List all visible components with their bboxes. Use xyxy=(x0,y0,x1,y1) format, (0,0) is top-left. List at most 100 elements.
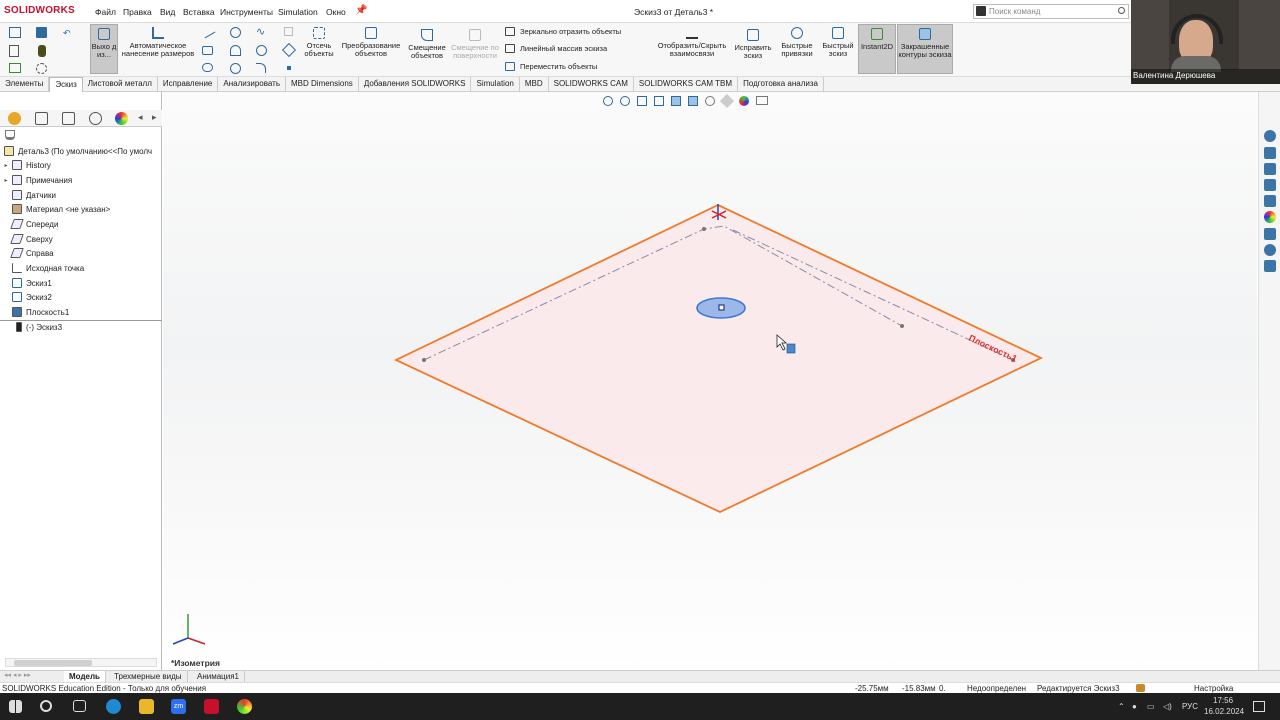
tab-mbd-dimensions[interactable]: MBD Dimensions xyxy=(286,77,359,92)
trim-entities-button[interactable]: Отсечь объекты xyxy=(302,27,336,58)
tree-item-history[interactable]: ▸ History xyxy=(0,158,51,172)
forum-icon[interactable] xyxy=(1264,244,1276,256)
select-icon[interactable] xyxy=(9,63,21,73)
file-explorer-icon[interactable] xyxy=(139,699,154,714)
polygon-icon[interactable] xyxy=(256,45,267,56)
chrome-browser-icon[interactable] xyxy=(237,699,252,714)
chevron-right-icon[interactable]: ▸ xyxy=(152,112,157,123)
notifications-icon[interactable] xyxy=(1253,701,1265,712)
tab-features[interactable]: Элементы xyxy=(0,77,50,92)
point-icon[interactable] xyxy=(287,66,291,70)
instant2d-button[interactable]: Instant2D xyxy=(858,24,896,74)
tree-item-sketch1[interactable]: Эскиз1 xyxy=(0,276,52,290)
tree-root-part[interactable]: Деталь3 (По умолчанию<<По умолч xyxy=(0,144,152,158)
solidworks-resources-icon[interactable] xyxy=(1264,130,1276,142)
chevron-left-icon[interactable]: ◂ xyxy=(138,112,143,123)
tree-item-sensors[interactable]: Датчики xyxy=(0,188,56,202)
spline-icon[interactable]: ∿ xyxy=(256,25,265,38)
volume-icon[interactable]: ◁) xyxy=(1163,702,1172,711)
plane-tool-icon[interactable] xyxy=(281,42,297,58)
tab-sheet-metal[interactable]: Листовой металл xyxy=(83,77,158,92)
tab-simulation[interactable]: Simulation xyxy=(471,77,520,92)
move-entities-button[interactable]: Переместить объекты xyxy=(505,62,597,71)
tree-item-material[interactable]: Материал <не указан> xyxy=(0,202,110,216)
quick-snaps-button[interactable]: Быстрые привязки xyxy=(777,27,817,58)
plane1-surface[interactable] xyxy=(393,204,1044,513)
rapid-sketch-button[interactable]: Быстрый эскиз xyxy=(820,27,856,58)
menu-file[interactable]: Файл xyxy=(95,7,116,17)
offset-entities-button[interactable]: Смещение объектов xyxy=(406,29,448,60)
display-manager-icon[interactable] xyxy=(115,112,128,125)
rectangle-icon[interactable] xyxy=(202,46,213,55)
mirror-entities-button[interactable]: Зеркально отразить объекты xyxy=(505,27,621,36)
repair-sketch-button[interactable]: Исправить эскиз xyxy=(732,29,774,60)
undo-icon[interactable]: ↶ xyxy=(63,28,71,39)
property-manager-icon[interactable] xyxy=(35,112,48,125)
menu-simulation[interactable]: Simulation xyxy=(278,7,318,17)
appearances-icon[interactable] xyxy=(1264,211,1276,223)
tab-sketch[interactable]: Эскиз xyxy=(49,77,83,92)
sketch-point[interactable] xyxy=(422,358,426,362)
circle-icon[interactable] xyxy=(230,27,241,38)
smart-dimension-button[interactable]: Автоматическое нанесение размеров xyxy=(120,27,196,58)
home-icon[interactable] xyxy=(1264,147,1276,159)
scrollbar-thumb[interactable] xyxy=(14,660,92,666)
start-icon[interactable] xyxy=(9,700,22,713)
show-relations-button[interactable]: Отобразить/Скрыть взаимосвязи xyxy=(654,27,730,58)
pin-icon[interactable]: 📌 xyxy=(355,5,367,16)
task-view-icon[interactable] xyxy=(73,700,86,712)
save-icon[interactable] xyxy=(36,27,47,38)
input-language[interactable]: РУС xyxy=(1182,702,1198,711)
tree-item-sketch3[interactable]: (-) Эскиз3 xyxy=(0,320,62,334)
network-icon[interactable]: ▭ xyxy=(1147,702,1155,711)
dimxpert-icon[interactable] xyxy=(89,112,102,125)
tab-evaluate[interactable]: Анализировать xyxy=(218,77,287,92)
expand-arrow-icon[interactable]: ▸ xyxy=(0,162,12,169)
ellipse-icon[interactable] xyxy=(230,63,241,74)
search-icon[interactable] xyxy=(40,700,52,712)
feature-manager-icon[interactable] xyxy=(8,112,21,125)
ellipse-center-point[interactable] xyxy=(718,304,725,311)
tab-cam[interactable]: SOLIDWORKS CAM xyxy=(549,77,634,92)
shaded-contours-button[interactable]: Закрашенные контуры эскиза xyxy=(897,24,953,74)
clock-time[interactable]: 17:56 xyxy=(1213,696,1233,705)
tab-repair[interactable]: Исправление xyxy=(158,77,219,92)
options-gear-icon[interactable] xyxy=(36,63,47,74)
units-settings[interactable]: Настройка xyxy=(1194,684,1233,693)
microphone-icon[interactable]: ● xyxy=(1132,702,1137,711)
tree-item-annotations[interactable]: ▸ Примечания xyxy=(0,173,72,187)
tab-analysis-prep[interactable]: Подготовка анализа xyxy=(738,77,824,92)
filter-icon[interactable] xyxy=(5,130,15,140)
sketch-point[interactable] xyxy=(702,227,706,231)
menu-insert[interactable]: Вставка xyxy=(183,7,215,17)
arc-icon[interactable] xyxy=(230,45,241,56)
tab-nav-arrows-icon[interactable]: ◂◂ ◂ ▸ ▸▸ xyxy=(4,671,31,679)
zoom-app-icon[interactable]: zm xyxy=(171,699,186,714)
tree-item-origin[interactable]: Исходная точка xyxy=(0,261,84,275)
menu-edit[interactable]: Правка xyxy=(123,7,152,17)
tray-chevron-icon[interactable]: ⌃ xyxy=(1118,702,1125,711)
expand-arrow-icon[interactable]: ▸ xyxy=(0,177,12,184)
configuration-manager-icon[interactable] xyxy=(62,112,75,125)
convert-entities-button[interactable]: Преобразование объектов xyxy=(338,27,404,58)
design-library-icon[interactable] xyxy=(1264,163,1276,175)
home-icon[interactable] xyxy=(9,27,21,38)
clock-date[interactable]: 16.02.2024 xyxy=(1204,707,1244,716)
edge-browser-icon[interactable] xyxy=(106,699,121,714)
tree-item-sketch2[interactable]: Эскиз2 xyxy=(0,290,52,304)
task-list-icon[interactable] xyxy=(1264,260,1276,272)
fillet-icon[interactable] xyxy=(256,63,266,73)
tab-cam-tbm[interactable]: SOLIDWORKS CAM TBM xyxy=(634,77,739,92)
solidworks-app-icon[interactable] xyxy=(204,699,219,714)
sketch-point[interactable] xyxy=(900,324,904,328)
tree-item-right-plane[interactable]: Справа xyxy=(0,246,54,260)
search-command-field[interactable]: Поиск команд xyxy=(973,4,1129,19)
tab-mbd[interactable]: MBD xyxy=(520,77,549,92)
tab-addins[interactable]: Добавления SOLIDWORKS xyxy=(359,77,472,92)
slot-icon[interactable] xyxy=(202,63,213,72)
menu-tools[interactable]: Инструменты xyxy=(220,7,273,17)
graphics-area[interactable]: Плоскость1 *Изометрия xyxy=(163,92,1257,670)
search-icon[interactable] xyxy=(1118,7,1125,14)
menu-window[interactable]: Окно xyxy=(326,7,346,17)
panel-scrollbar[interactable] xyxy=(5,658,157,667)
